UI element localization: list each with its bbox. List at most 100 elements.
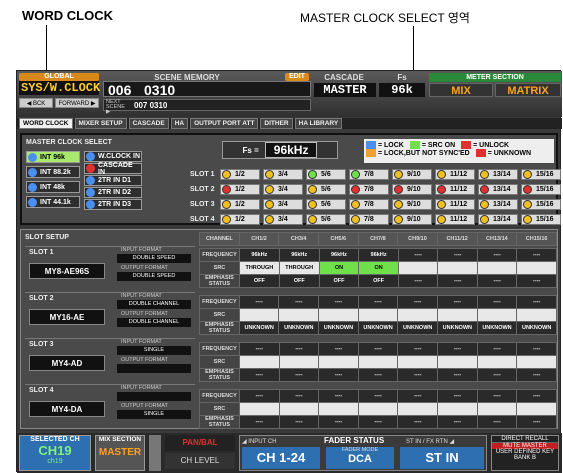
src-cell[interactable]: THROUGH [278,261,320,275]
src-cell[interactable] [476,261,518,275]
tab-mixer-setup[interactable]: MIXER SETUP [74,118,127,129]
legend-item: = LOCK,BUT NOT SYNC'ED [366,149,470,157]
src-cell[interactable] [397,355,439,369]
frequency-cell: ---- [437,248,478,262]
channel-label: 3/4 [278,186,288,193]
pan-knob-icon[interactable] [149,435,161,471]
src-cell[interactable] [397,402,439,416]
input-format-value[interactable]: SINGLE [117,346,191,355]
source-led-icon [86,188,95,197]
channel-led-icon [308,170,317,179]
src-cell[interactable] [516,402,557,416]
src-cell[interactable] [357,308,399,322]
clock-source-button[interactable]: 2TR IN D2 [84,187,142,198]
src-cell[interactable] [516,308,557,322]
src-cell[interactable] [278,308,320,322]
output-format-value[interactable] [117,364,191,373]
src-cell[interactable]: ON [358,261,399,275]
channel-label: 5/6 [321,216,331,223]
input-format-value[interactable] [117,392,191,401]
output-format-value[interactable]: DOUBLE SPEED [117,272,191,281]
slot-card-name[interactable]: MY4-AD [29,355,105,371]
src-cell[interactable] [476,355,518,369]
channel-label: 9/10 [407,171,421,178]
channel-led-icon [222,215,231,224]
src-cell[interactable] [318,308,359,322]
src-cell[interactable] [516,355,557,369]
tab-ha-library[interactable]: HA LIBRARY [294,118,343,129]
slot-card-name[interactable]: MY8-AE96S [29,263,105,279]
selected-ch-box[interactable]: SELECTED CH CH19 ch19 [19,435,91,471]
clock-source-button[interactable]: INT 48k [26,181,80,193]
src-cell[interactable] [516,261,557,275]
clock-source-button[interactable]: CASCADE IN [84,162,142,176]
src-cell[interactable] [397,308,439,322]
slot-card-name[interactable]: MY4-DA [29,401,105,417]
scene-display[interactable]: 006 0310 [103,81,311,98]
slot-channel-indicator: 7/8 [349,214,389,225]
channel-label: 11/12 [450,186,468,193]
src-cell[interactable] [318,355,359,369]
tab-output-port-att[interactable]: OUTPUT PORT ATT [190,118,259,129]
tab-ha[interactable]: HA [170,118,189,129]
src-cell[interactable] [437,261,478,275]
emphasis-cell: UNKNOWN [318,321,359,335]
src-cell[interactable] [278,355,320,369]
clock-source-button[interactable]: 2TR IN D3 [84,199,142,210]
input-ch-button[interactable]: CH 1-24 [242,447,320,469]
src-cell[interactable] [437,308,478,322]
direct-recall-label: DIRECT RECALL [492,436,558,443]
column-header: CH13/14 [476,232,518,246]
src-cell[interactable] [238,402,280,416]
tab-word-clock[interactable]: WORD CLOCK [19,118,73,129]
meter-matrix-button[interactable]: MATRIX [495,83,561,97]
pan-bal-button[interactable]: PAN/BAL [165,435,235,451]
fader-mode-button[interactable]: FADER MODE DCA [326,447,394,469]
meter-mix-button[interactable]: MIX [429,83,493,97]
src-cell[interactable]: THROUGH [238,261,280,275]
src-cell[interactable] [397,261,439,275]
channel-led-icon [265,170,274,179]
src-cell[interactable] [437,402,478,416]
emphasis-cell: ---- [437,274,478,288]
bank-value[interactable]: BANK B [492,455,558,461]
clock-source-button[interactable]: INT 44.1k [26,196,80,208]
src-cell[interactable]: ON [318,261,360,275]
src-cell[interactable] [357,355,399,369]
clock-source-button[interactable]: INT 96k [26,151,80,163]
st-in-button[interactable]: ST IN [400,447,484,469]
tab-dither[interactable]: DITHER [260,118,293,129]
clock-source-button[interactable]: 2TR IN D1 [84,175,142,186]
input-format-value[interactable]: DOUBLE SPEED [117,254,191,263]
src-cell[interactable] [357,402,399,416]
emphasis-cell: ---- [476,368,518,382]
src-cell[interactable] [278,402,320,416]
src-cell[interactable] [318,402,359,416]
frequency-cell: ---- [516,248,557,262]
input-format-value[interactable]: DOUBLE CHANNEL [117,300,191,309]
clock-source-button[interactable]: W.CLOCK IN [84,151,142,162]
slot-channel-indicator: 11/12 [435,214,475,225]
forward-button[interactable]: FORWARD ▶ [55,98,99,108]
src-cell[interactable] [238,355,280,369]
src-cell[interactable] [476,308,518,322]
channel-led-icon [480,215,489,224]
src-cell[interactable] [476,402,518,416]
slot-channel-indicator: 3/4 [263,184,303,195]
legend-swatch [461,141,472,149]
frequency-cell: ---- [476,248,518,262]
output-format-value[interactable]: DOUBLE CHANNEL [117,318,191,327]
slot-status-row: SLOT 1 1/2 3/4 5/6 7/8 9/10 11/12 13/14 15/16 [190,169,563,180]
frequency-cell: ---- [516,342,557,356]
output-format-value[interactable]: SINGLE [117,410,191,419]
slot-card-name[interactable]: MY16-AE [29,309,105,325]
src-cell[interactable] [437,355,478,369]
frequency-cell: ---- [476,389,518,403]
back-button[interactable]: ◀ BCK [19,98,53,108]
mix-section-box[interactable]: MIX SECTION MASTER [95,435,145,471]
ch-level-button[interactable]: CH LEVEL [165,453,235,469]
row-label: EMPHASIS STATUS [199,415,240,429]
clock-source-button[interactable]: INT 88.2k [26,166,80,178]
src-cell[interactable] [238,308,280,322]
tab-cascade[interactable]: CASCADE [128,118,169,129]
